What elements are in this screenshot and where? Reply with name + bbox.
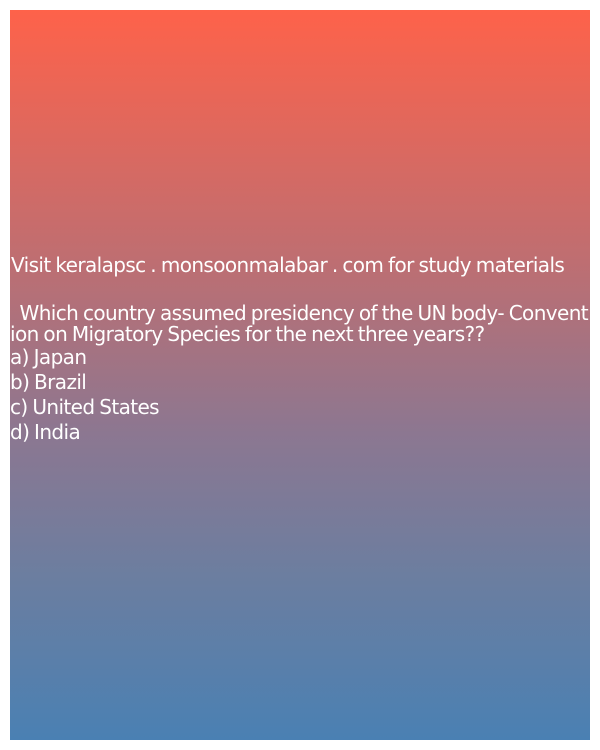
promo-text: Visit keralapsc . monsoonmalabar . com f… <box>11 253 565 277</box>
quiz-text-block: Visit keralapsc . monsoonmalabar . com f… <box>10 253 590 445</box>
answer-option-a: a) Japan <box>10 345 87 369</box>
answer-option-d: d) India <box>10 420 81 444</box>
answer-option-b: b) Brazil <box>10 370 87 394</box>
answer-option-c: c) United States <box>10 395 160 419</box>
question-text: Which country assumed presidency of the … <box>10 301 589 346</box>
answer-options-list: a) Japan b) Brazil c) United States d) I… <box>10 345 590 445</box>
quiz-card: Visit keralapsc . monsoonmalabar . com f… <box>10 10 590 740</box>
